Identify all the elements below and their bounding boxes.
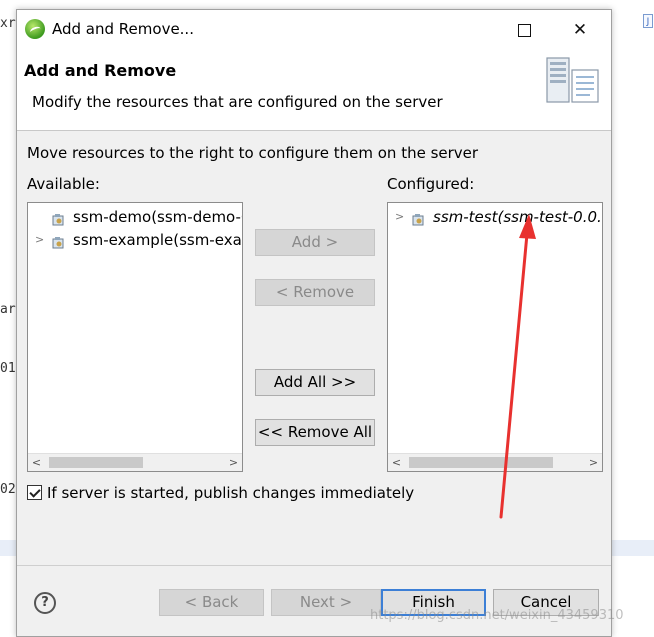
web-project-icon <box>52 233 64 249</box>
watermark: https://blog.csdn.net/weixin_43459310 <box>370 608 624 623</box>
scrollbar-thumb[interactable] <box>409 457 553 468</box>
bg-fragment-2: ar <box>0 302 16 317</box>
java-file-icon: J <box>643 14 653 28</box>
scroll-right-icon[interactable]: > <box>225 454 242 471</box>
footer-separator <box>17 565 611 566</box>
maximize-icon <box>517 23 531 37</box>
scroll-right-icon[interactable]: > <box>585 454 602 471</box>
add-all-button[interactable]: Add All >> <box>255 369 375 396</box>
server-icon <box>546 57 599 103</box>
title-bar: Add and Remove... ✕ <box>17 10 611 50</box>
list-item-label: ssm-demo(ssm-demo-0 <box>73 208 243 226</box>
web-project-icon <box>52 210 64 226</box>
web-project-icon <box>412 210 424 226</box>
maximize-button[interactable] <box>501 10 547 50</box>
list-item-label: ssm-example(ssm-exam <box>73 231 243 249</box>
available-list[interactable]: ssm-demo(ssm-demo-0 > ssm-example(ssm-ex… <box>27 202 243 472</box>
list-item-label: ssm-test(ssm-test-0.0.1 <box>433 208 603 226</box>
dialog-header: Add and Remove Modify the resources that… <box>17 50 611 131</box>
chevron-right-icon[interactable]: > <box>395 206 405 228</box>
header-description: Modify the resources that are configured… <box>32 93 443 111</box>
scrollbar-thumb[interactable] <box>49 457 143 468</box>
horizontal-scrollbar[interactable]: < > <box>28 453 242 471</box>
bg-fragment-1: xr <box>0 16 16 31</box>
eclipse-icon <box>25 19 45 39</box>
back-button[interactable]: < Back <box>159 589 264 616</box>
help-icon[interactable]: ? <box>34 592 56 614</box>
scroll-left-icon[interactable]: < <box>28 454 45 471</box>
publish-checkbox-label[interactable]: If server is started, publish changes im… <box>47 484 414 502</box>
configured-label: Configured: <box>387 175 475 193</box>
add-button[interactable]: Add > <box>255 229 375 256</box>
available-label: Available: <box>27 175 100 193</box>
horizontal-scrollbar[interactable]: < > <box>388 453 602 471</box>
next-button[interactable]: Next > <box>271 589 381 616</box>
scroll-left-icon[interactable]: < <box>388 454 405 471</box>
header-title: Add and Remove <box>24 61 177 80</box>
chevron-right-icon[interactable]: > <box>35 229 45 251</box>
close-icon: ✕ <box>572 20 588 40</box>
close-button[interactable]: ✕ <box>557 10 603 50</box>
instruction-text: Move resources to the right to configure… <box>27 144 479 162</box>
publish-checkbox[interactable] <box>27 485 42 500</box>
remove-all-button[interactable]: << Remove All <box>255 419 375 446</box>
configured-list[interactable]: > ssm-test(ssm-test-0.0.1 < > <box>387 202 603 472</box>
window-title: Add and Remove... <box>52 20 194 38</box>
remove-button[interactable]: < Remove <box>255 279 375 306</box>
add-remove-dialog: Add and Remove... ✕ Add and Remove Modif… <box>16 9 612 637</box>
